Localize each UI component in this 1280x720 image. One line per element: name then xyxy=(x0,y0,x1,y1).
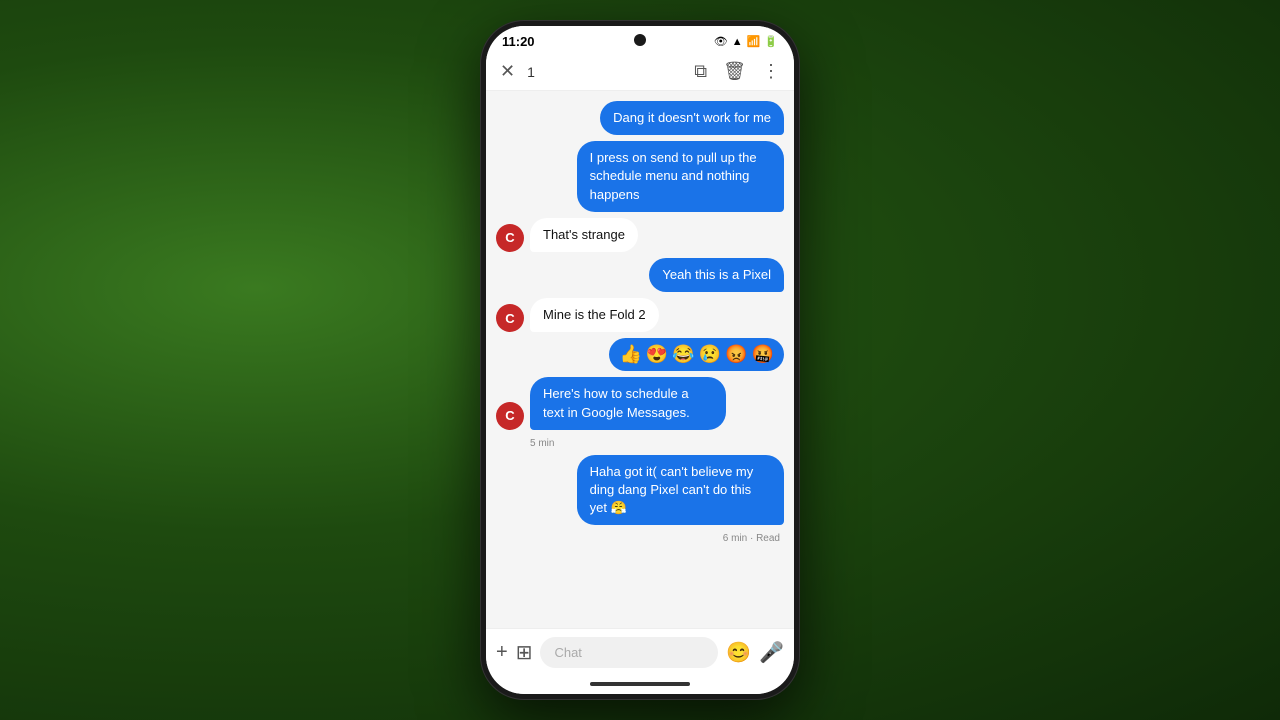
camera-hole xyxy=(634,34,646,46)
eye-icon: 👁 xyxy=(714,35,728,48)
phone-frame: 11:20 👁 ▲ 📶 🔋 ✕ 1 ⧉ 🗑 ⋮ xyxy=(480,20,800,700)
reaction-heart-eyes[interactable]: 😍 xyxy=(646,344,668,365)
selection-count: 1 xyxy=(527,64,535,80)
contact-avatar-5: C xyxy=(496,304,524,332)
action-bar: ✕ 1 ⧉ 🗑 ⋮ xyxy=(486,53,794,91)
contact-avatar-3: C xyxy=(496,224,524,252)
input-bar: + ⊞ Chat 😊 🎤 xyxy=(486,628,794,676)
signal-icon: 📶 xyxy=(747,35,761,48)
attach-button[interactable]: ⊞ xyxy=(516,640,533,665)
message-8: Haha got it( can't believe my ding dang … xyxy=(577,455,784,526)
more-button[interactable]: ⋮ xyxy=(762,61,780,82)
chat-input[interactable]: Chat xyxy=(540,637,718,668)
reaction-rage[interactable]: 🤬 xyxy=(752,344,774,365)
action-bar-left: ✕ 1 xyxy=(500,61,535,82)
emoji-button[interactable]: 😊 xyxy=(726,640,751,665)
scene: 11:20 👁 ▲ 📶 🔋 ✕ 1 ⧉ 🗑 ⋮ xyxy=(480,20,800,700)
message-7-meta: 5 min xyxy=(496,438,784,449)
home-indicator xyxy=(486,676,794,694)
action-bar-right: ⧉ 🗑 ⋮ xyxy=(694,61,780,82)
chat-input-placeholder: Chat xyxy=(554,645,581,660)
messages-list: Dang it doesn't work for me I press on s… xyxy=(486,91,794,628)
add-button[interactable]: + xyxy=(496,641,508,664)
message-5: Mine is the Fold 2 xyxy=(530,298,659,332)
message-7-container: C Here's how to schedule a text in Googl… xyxy=(496,377,784,429)
delete-button[interactable]: 🗑 xyxy=(723,61,746,82)
message-3-container: C That's strange xyxy=(496,218,784,252)
close-button[interactable]: ✕ xyxy=(500,61,515,82)
contact-avatar-7: C xyxy=(496,402,524,430)
battery-icon: 🔋 xyxy=(764,35,778,48)
message-1: Dang it doesn't work for me xyxy=(600,101,784,135)
reaction-laugh[interactable]: 😂 xyxy=(672,344,694,365)
message-7: Here's how to schedule a text in Google … xyxy=(530,377,726,429)
reaction-sad[interactable]: 😢 xyxy=(699,344,721,365)
status-time: 11:20 xyxy=(502,34,535,49)
message-3: That's strange xyxy=(530,218,638,252)
message-4: Yeah this is a Pixel xyxy=(649,258,784,292)
copy-button[interactable]: ⧉ xyxy=(694,61,707,82)
voice-button[interactable]: 🎤 xyxy=(759,640,784,665)
message-8-meta: 6 min · Read xyxy=(496,533,784,544)
home-bar xyxy=(590,682,690,686)
reaction-angry[interactable]: 😡 xyxy=(725,344,747,365)
reaction-thumbs-up[interactable]: 👍 xyxy=(619,344,641,365)
wifi-icon: ▲ xyxy=(732,36,743,48)
status-icons: 👁 ▲ 📶 🔋 xyxy=(714,35,778,48)
message-2: I press on send to pull up the schedule … xyxy=(577,141,784,212)
message-5-container: C Mine is the Fold 2 xyxy=(496,298,784,332)
phone-screen: 11:20 👁 ▲ 📶 🔋 ✕ 1 ⧉ 🗑 ⋮ xyxy=(486,26,794,694)
reaction-bar[interactable]: 👍 😍 😂 😢 😡 🤬 xyxy=(609,338,784,371)
